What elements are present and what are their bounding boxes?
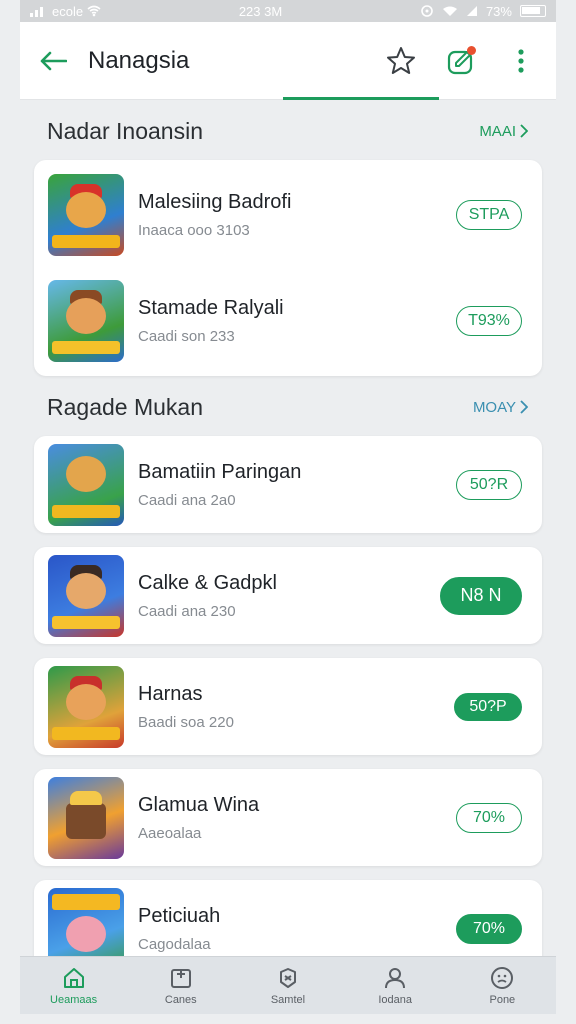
item-action-button[interactable]: N8 N: [440, 576, 522, 615]
battery-percent: 73%: [485, 3, 512, 19]
games-icon: [170, 968, 191, 988]
game-thumbnail: [48, 887, 124, 956]
item-subtitle: Cagodalaa: [138, 935, 211, 953]
nav-label: Pone: [489, 993, 516, 1006]
item-info: Bamatiin Paringan Caadi ana 2a0: [138, 461, 456, 509]
nav-item-apps[interactable]: Samtel: [238, 966, 338, 1006]
wifi-icon: [87, 5, 101, 17]
app-bar-actions: [384, 44, 538, 78]
item-name: Peticiuah: [138, 904, 221, 927]
item-action-button[interactable]: 70%: [456, 802, 522, 833]
nav-label: Ueamaas: [50, 993, 98, 1006]
section-header: Nadar Inoansin MAAI: [20, 102, 556, 160]
home-icon: [63, 967, 84, 988]
see-more-label: MOAY: [472, 398, 516, 416]
nav-item-games[interactable]: Canes: [131, 966, 231, 1006]
signal-icon: [30, 7, 43, 17]
status-time: 223 3M: [238, 3, 283, 19]
game-thumbnail: [48, 174, 124, 256]
app-bar: Nanagsia: [20, 22, 556, 100]
apps-icon: [279, 967, 296, 988]
carrier-name: ecole: [52, 3, 84, 19]
item-subtitle: Caadi ana 2a0: [138, 491, 236, 509]
more-vert-icon[interactable]: [504, 44, 538, 78]
notification-dot: [467, 45, 476, 55]
item-action-button[interactable]: 50?R: [456, 469, 522, 500]
item-list: Bamatiin Paringan Caadi ana 2a0 50?R Cal…: [20, 436, 556, 956]
list-item[interactable]: Harnas Baadi soa 220 50?P: [34, 658, 542, 755]
nav-label: Samtel: [270, 993, 306, 1006]
nav-label: Canes: [164, 993, 197, 1006]
game-thumbnail: [48, 280, 124, 362]
game-thumbnail: [48, 554, 124, 637]
chevron-right-icon: [520, 400, 528, 414]
item-subtitle: Baadi soa 220: [138, 713, 234, 731]
item-name: Glamua Wina: [138, 793, 260, 816]
item-name: Bamatiin Paringan: [138, 460, 302, 483]
item-name: Harnas: [138, 682, 203, 705]
nav-label: Iodana: [378, 993, 412, 1006]
nav-item-more[interactable]: Pone: [452, 966, 552, 1006]
chevron-right-icon: [520, 124, 528, 138]
list-card: Calke & Gadpkl Caadi ana 230 N8 N: [34, 547, 542, 644]
item-info: Glamua Wina Aaeoalaa: [138, 794, 456, 842]
section-header: Ragade Mukan MOAY: [20, 378, 556, 436]
user-icon: [385, 967, 406, 988]
game-thumbnail: [48, 665, 124, 748]
section-card: Malesiing Badrofi Inaaca ooo 3103 STPA S…: [34, 160, 542, 376]
wifi-icon: [442, 6, 457, 16]
item-name: Calke & Gadpkl: [138, 571, 277, 594]
battery-icon: [519, 5, 546, 17]
bottom-nav: Ueamaas Canes Samtel Iodana Pone: [20, 956, 556, 1014]
item-action-button[interactable]: 50?P: [454, 692, 522, 721]
list-card: Glamua Wina Aaeoalaa 70%: [34, 769, 542, 866]
item-subtitle: Caadi son 233: [138, 328, 235, 345]
alarm-icon: [421, 5, 433, 17]
item-info: Peticiuah Cagodalaa: [138, 905, 456, 953]
list-card: Bamatiin Paringan Caadi ana 2a0 50?R: [34, 436, 542, 533]
back-arrow-icon[interactable]: [38, 46, 68, 76]
list-item[interactable]: Malesiing Badrofi Inaaca ooo 3103 STPA: [34, 162, 542, 268]
see-more-label: MAAI: [479, 122, 516, 140]
list-item[interactable]: Stamade Ralyali Caadi son 233 T93%: [34, 268, 542, 374]
star-icon[interactable]: [384, 44, 418, 78]
see-more-link[interactable]: MOAY: [473, 399, 528, 416]
main-content[interactable]: Nadar Inoansin MAAI Malesiing Badrofi In…: [20, 100, 556, 956]
item-subtitle: Aaeoalaa: [138, 824, 202, 842]
status-bar: ecole 223 3M 73%: [20, 0, 556, 22]
list-item[interactable]: Glamua Wina Aaeoalaa 70%: [34, 769, 542, 866]
item-subtitle: Inaaca ooo 3103: [138, 222, 250, 239]
list-item[interactable]: Calke & Gadpkl Caadi ana 230 N8 N: [34, 547, 542, 644]
cell-signal-icon: [466, 6, 477, 16]
item-info: Calke & Gadpkl Caadi ana 230: [138, 572, 440, 620]
game-thumbnail: [48, 443, 124, 526]
item-action-button[interactable]: STPA: [456, 200, 522, 230]
game-thumbnail: [48, 776, 124, 859]
item-name: Stamade Ralyali: [138, 297, 284, 319]
list-item[interactable]: Bamatiin Paringan Caadi ana 2a0 50?R: [34, 436, 542, 533]
nav-item-home[interactable]: Ueamaas: [24, 966, 124, 1006]
item-action-button[interactable]: T93%: [456, 306, 522, 336]
section-title: Nadar Inoansin: [47, 117, 203, 144]
status-right: 73%: [420, 4, 546, 19]
status-left: ecole: [30, 4, 101, 19]
smiley-icon: [491, 966, 514, 989]
edit-icon[interactable]: [444, 44, 478, 78]
list-item[interactable]: Peticiuah Cagodalaa 70%: [34, 880, 542, 956]
section-title: Ragade Mukan: [47, 393, 203, 420]
nav-item-profile[interactable]: Iodana: [345, 966, 445, 1006]
item-action-button[interactable]: 70%: [456, 913, 522, 944]
list-card: Harnas Baadi soa 220 50?P: [34, 658, 542, 755]
item-info: Malesiing Badrofi Inaaca ooo 3103: [138, 191, 456, 239]
item-info: Harnas Baadi soa 220: [138, 683, 454, 731]
list-card: Peticiuah Cagodalaa 70%: [34, 880, 542, 956]
item-info: Stamade Ralyali Caadi son 233: [138, 297, 456, 345]
page-title: Nanagsia: [88, 46, 190, 74]
item-subtitle: Caadi ana 230: [138, 602, 236, 620]
see-more-link[interactable]: MAAI: [479, 123, 528, 140]
item-name: Malesiing Badrofi: [138, 191, 292, 213]
